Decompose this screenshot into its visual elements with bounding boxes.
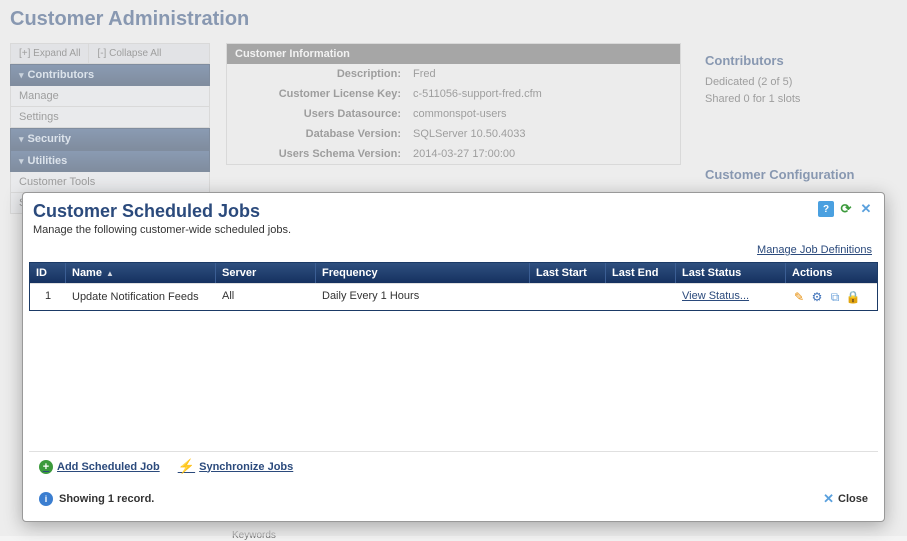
col-header-last-start[interactable]: Last Start <box>530 263 606 283</box>
close-label: Close <box>838 493 868 505</box>
plus-icon: + <box>39 460 53 474</box>
add-scheduled-job-label: Add Scheduled Job <box>57 461 160 473</box>
info-icon: i <box>39 492 53 506</box>
col-header-actions: Actions <box>786 263 877 283</box>
close-icon[interactable]: ✕ <box>858 201 874 217</box>
modal-spacer <box>23 311 884 451</box>
add-scheduled-job-button[interactable]: + Add Scheduled Job <box>39 460 160 474</box>
modal-title: Customer Scheduled Jobs <box>33 201 260 222</box>
manage-job-definitions-link[interactable]: Manage Job Definitions <box>757 244 872 256</box>
synchronize-jobs-label: Synchronize Jobs <box>199 461 293 473</box>
col-header-name[interactable]: Name ▲ <box>66 263 216 283</box>
cell-name: Update Notification Feeds <box>66 284 216 310</box>
col-header-frequency[interactable]: Frequency <box>316 263 530 283</box>
grid-header: ID Name ▲ Server Frequency Last Start La… <box>30 263 877 283</box>
refresh-icon[interactable]: ⟳ <box>838 201 854 217</box>
cell-last-end <box>606 284 676 310</box>
modal-header-icons: ? ⟳ ✕ <box>818 201 874 217</box>
cell-id: 1 <box>30 284 66 310</box>
modal-subtitle: Manage the following customer-wide sched… <box>23 224 884 242</box>
help-icon[interactable]: ? <box>818 201 834 217</box>
col-header-name-label: Name <box>72 267 102 279</box>
copy-icon[interactable]: ⧉ <box>828 290 842 304</box>
modal-header: Customer Scheduled Jobs ? ⟳ ✕ <box>23 193 884 224</box>
col-header-last-status[interactable]: Last Status <box>676 263 786 283</box>
cell-server: All <box>216 284 316 310</box>
manage-defs-row: Manage Job Definitions <box>23 242 884 262</box>
close-button[interactable]: ✕ Close <box>823 491 868 507</box>
scheduled-jobs-modal: Customer Scheduled Jobs ? ⟳ ✕ Manage the… <box>22 192 885 522</box>
sort-asc-icon: ▲ <box>106 269 114 278</box>
synchronize-jobs-button[interactable]: ⚡ Synchronize Jobs <box>178 458 294 475</box>
gear-icon[interactable]: ⚙ <box>810 290 824 304</box>
status-text: Showing 1 record. <box>59 493 154 505</box>
jobs-grid: ID Name ▲ Server Frequency Last Start La… <box>29 262 878 311</box>
close-x-icon: ✕ <box>823 491 834 507</box>
view-status-link[interactable]: View Status... <box>682 290 749 302</box>
edit-icon[interactable]: ✎ <box>792 290 806 304</box>
cell-last-status: View Status... <box>676 284 786 310</box>
cell-actions: ✎ ⚙ ⧉ 🔒 <box>786 284 877 310</box>
col-header-server[interactable]: Server <box>216 263 316 283</box>
modal-footer-status: i Showing 1 record. ✕ Close <box>29 483 878 515</box>
col-header-last-end[interactable]: Last End <box>606 263 676 283</box>
modal-footer-links: + Add Scheduled Job ⚡ Synchronize Jobs <box>29 451 878 481</box>
cell-last-start <box>530 284 606 310</box>
lock-icon[interactable]: 🔒 <box>846 290 860 304</box>
status-left: i Showing 1 record. <box>39 492 154 506</box>
cell-frequency: Daily Every 1 Hours <box>316 284 530 310</box>
bolt-icon: ⚡ <box>178 458 195 475</box>
col-header-id[interactable]: ID <box>30 263 66 283</box>
table-row: 1 Update Notification Feeds All Daily Ev… <box>30 283 877 310</box>
